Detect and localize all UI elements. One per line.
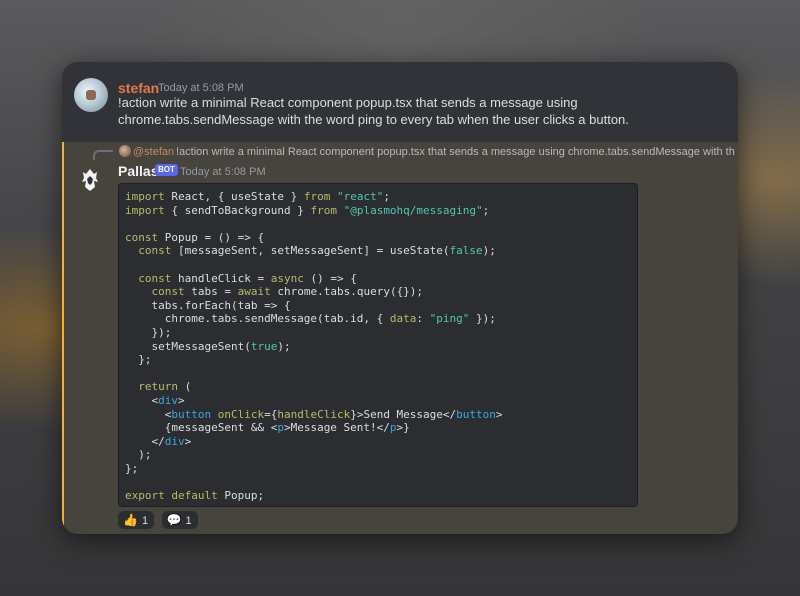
thumbs-up-icon: 👍 [123, 513, 138, 527]
reactions-bar: 👍 1 💬 1 [118, 511, 201, 529]
timestamp: Today at 5:08 PM [180, 166, 266, 178]
code-line: <div> [125, 393, 185, 407]
chat-panel: stefan Today at 5:08 PM !action write a … [62, 62, 738, 534]
bot-message[interactable]: @stefan !action write a minimal React co… [62, 142, 738, 534]
code-line: }; [125, 353, 152, 367]
speech-balloon-icon: 💬 [166, 513, 182, 527]
code-line: </div> [125, 434, 192, 448]
code-line: import React, { useState } from "react"; [125, 190, 390, 203]
mention-highlight-bar [62, 142, 64, 534]
code-line: setMessageSent(true); [125, 339, 291, 353]
code-block[interactable]: import React, { useState } from "react";… [118, 183, 638, 507]
reply-preview-text[interactable]: !action write a minimal React component … [176, 146, 736, 158]
code-line: import { sendToBackground } from "@plasm… [125, 203, 490, 217]
reply-mention[interactable]: @stefan [133, 146, 174, 158]
reply-connector [93, 150, 113, 160]
reaction-thumbs-up[interactable]: 👍 1 [118, 511, 155, 529]
code-line: return ( [138, 380, 192, 394]
code-line: }; [125, 461, 139, 475]
code-line: const handleClick = async () => { [138, 271, 357, 285]
avatar-art [86, 90, 96, 100]
code-line: chrome.tabs.sendMessage(tab.id, { data: … [125, 312, 496, 326]
code-line: ); [125, 448, 152, 462]
reaction-speech-balloon[interactable]: 💬 1 [161, 511, 198, 529]
code-line: tabs.forEach(tab => { [125, 298, 291, 312]
code-line: const tabs = await chrome.tabs.query({})… [151, 285, 424, 299]
user-avatar[interactable] [74, 78, 108, 112]
user-message[interactable]: stefan Today at 5:08 PM !action write a … [62, 62, 738, 142]
message-text: !action write a minimal React component … [118, 95, 629, 127]
reaction-count: 1 [185, 515, 192, 527]
code-line: }); [125, 325, 172, 339]
code-line: <button onClick={handleClick}>Send Messa… [125, 407, 503, 421]
bot-username[interactable]: Pallas [118, 163, 158, 179]
code-line: const Popup = () => { [125, 230, 265, 244]
code-line: const [messageSent, setMessageSent] = us… [138, 244, 496, 258]
code-line: export default Popup; [125, 489, 265, 503]
bot-badge: BOT [155, 164, 178, 176]
code-line: {messageSent && <p>Message Sent!</p>} [125, 421, 410, 435]
code-content: import React, { useState } from "react";… [125, 190, 637, 503]
timestamp: Today at 5:08 PM [158, 82, 244, 94]
bot-avatar-icon[interactable] [80, 168, 100, 192]
reply-avatar [119, 145, 131, 157]
reaction-count: 1 [141, 515, 149, 527]
